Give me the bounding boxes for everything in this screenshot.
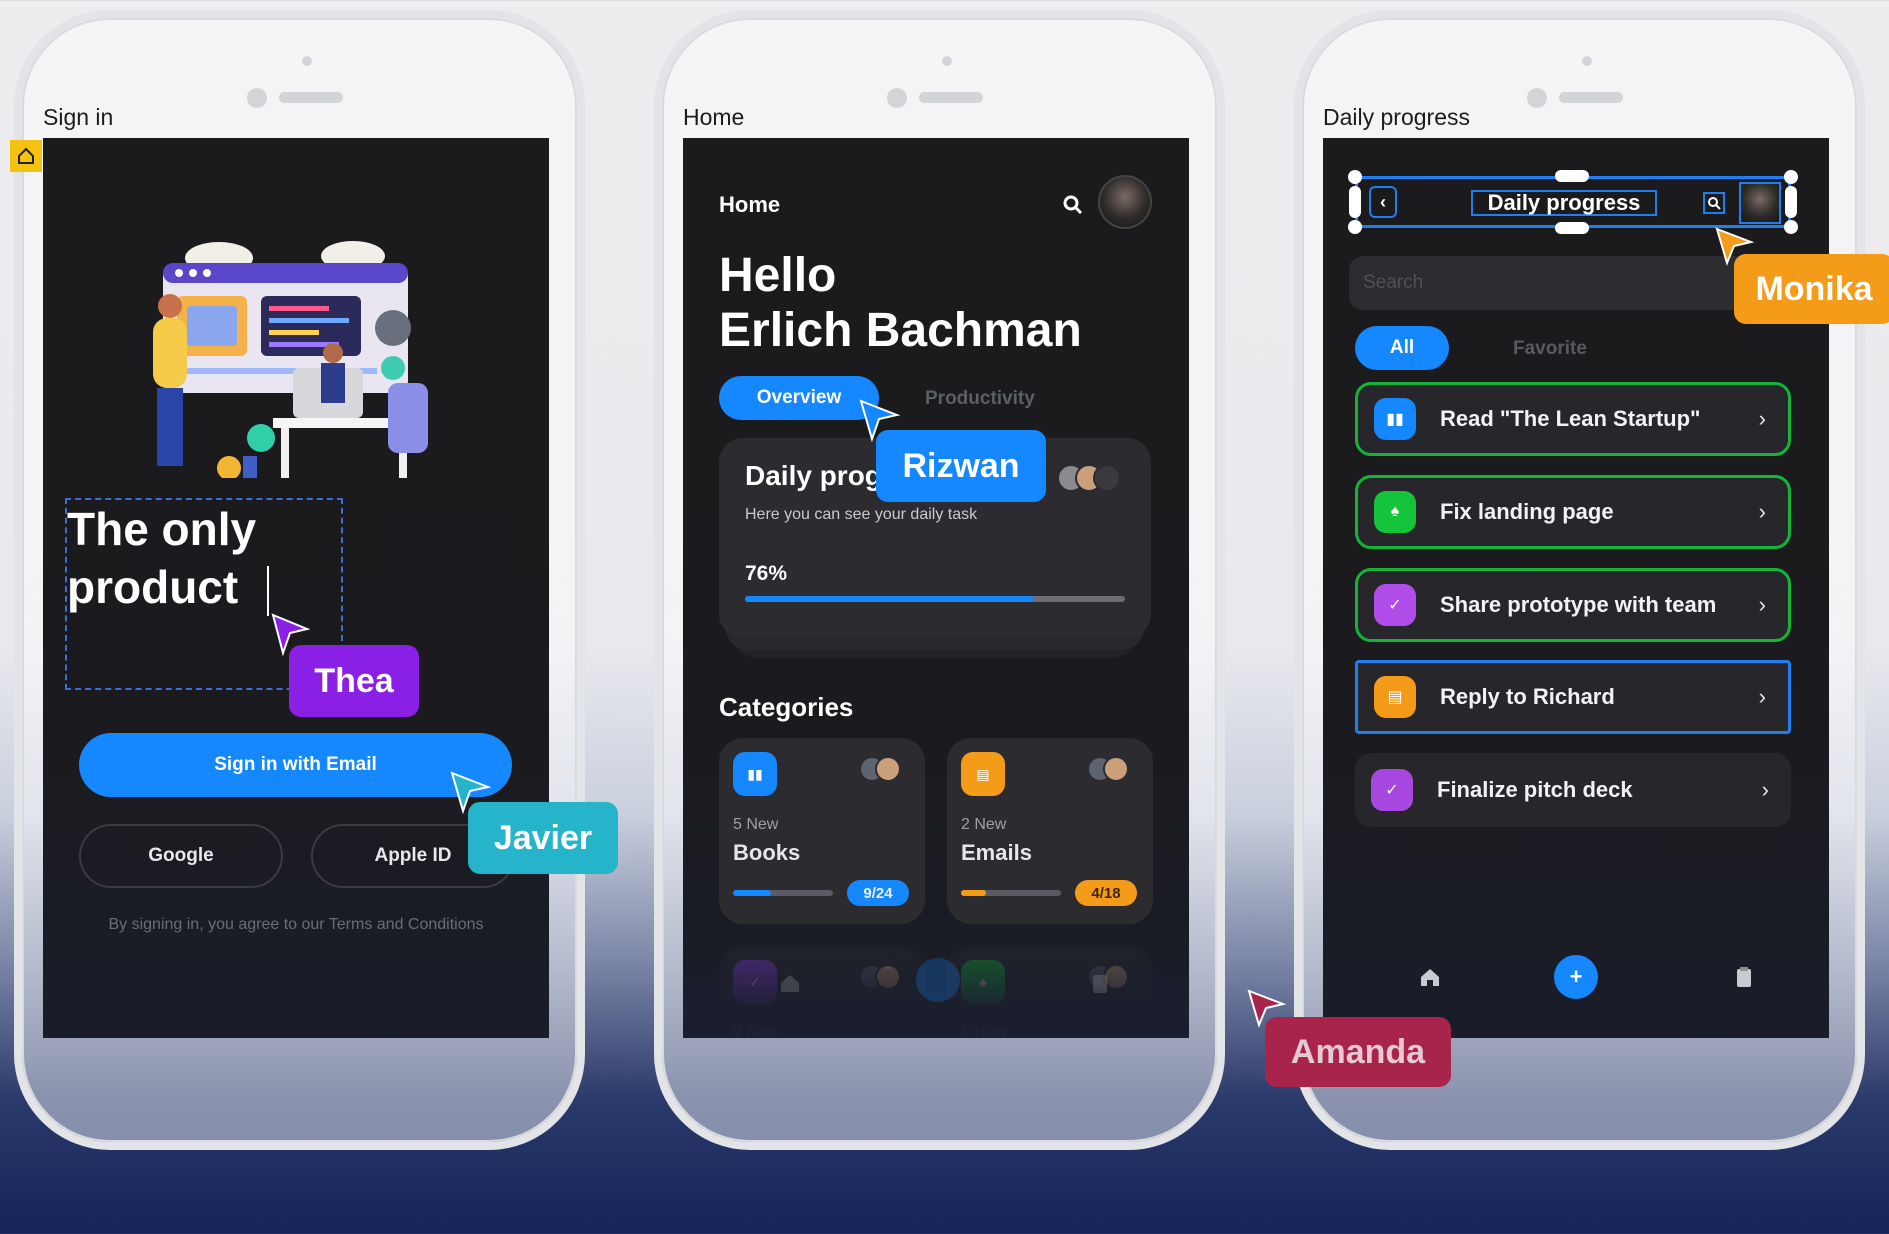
signin-screen: The only product Sign in with Email Goog… xyxy=(43,138,549,1038)
amanda-name-tag: Amanda xyxy=(1265,1017,1451,1087)
mail-icon: ▤ xyxy=(961,752,1005,796)
google-button[interactable]: Google xyxy=(79,824,283,888)
header-title: Daily progress xyxy=(1471,190,1657,216)
category-progress-track xyxy=(961,890,1061,896)
book-icon: ▮▮ xyxy=(1374,398,1416,440)
add-button[interactable] xyxy=(916,958,960,1002)
monika-name-tag: Monika xyxy=(1734,254,1889,324)
workspace-illustration xyxy=(153,241,428,478)
clipboard-icon[interactable] xyxy=(1091,972,1109,994)
text-caret xyxy=(267,566,269,616)
task-row[interactable]: ✓ Finalize pitch deck › xyxy=(1355,753,1791,827)
avatar[interactable] xyxy=(1098,175,1152,229)
progress-bar-track xyxy=(745,596,1125,602)
book-icon: ▮▮ xyxy=(733,752,777,796)
rizwan-name-tag: Rizwan xyxy=(876,430,1046,502)
javier-name-tag: Javier xyxy=(468,802,618,874)
back-chevron-icon[interactable]: ‹ xyxy=(1369,186,1397,218)
search-icon[interactable] xyxy=(1062,194,1084,216)
progress-bar-fill xyxy=(745,596,1034,602)
search-icon[interactable] xyxy=(1703,192,1725,214)
frame-title-signin: Sign in xyxy=(43,104,114,130)
progress-card-subtitle: Here you can see your daily task xyxy=(745,506,978,523)
clipboard-icon[interactable] xyxy=(1735,966,1753,988)
add-button[interactable]: + xyxy=(1554,955,1598,999)
terms-text: By signing in, you agree to our Terms an… xyxy=(108,916,484,933)
collaborator-avatars xyxy=(859,756,901,782)
category-card[interactable]: ▤ 2 New Emails 4/18 xyxy=(947,738,1153,924)
chevron-right-icon[interactable]: › xyxy=(1759,592,1766,618)
home-nav-title: Home xyxy=(719,192,781,217)
category-progress-track xyxy=(733,890,833,896)
tab-productivity[interactable]: Productivity xyxy=(925,388,1035,410)
categories-title: Categories xyxy=(719,692,854,722)
headline-line1: The only xyxy=(67,503,257,555)
avatar xyxy=(1103,756,1129,782)
tab-favorite[interactable]: Favorite xyxy=(1513,338,1587,360)
category-count: 2 New xyxy=(961,816,1007,833)
tab-all[interactable]: All xyxy=(1355,326,1449,370)
greeting-line1: Hello xyxy=(719,249,837,302)
frame-title-home: Home xyxy=(683,104,745,130)
avatar[interactable] xyxy=(1739,182,1781,224)
progress-percent: 76% xyxy=(745,562,788,585)
category-name: Emails xyxy=(961,840,1032,865)
headline-line2: product xyxy=(67,561,239,613)
search-input[interactable]: Search xyxy=(1349,256,1749,310)
avatar xyxy=(875,756,901,782)
chevron-right-icon[interactable]: › xyxy=(1759,684,1766,710)
avatar xyxy=(1093,464,1121,492)
progress-card-title: Daily prog xyxy=(745,460,882,491)
task-label: Read "The Lean Startup" xyxy=(1440,406,1701,431)
collaborator-avatars xyxy=(1057,464,1121,492)
task-label: Reply to Richard xyxy=(1440,684,1615,709)
bell-icon: ♠ xyxy=(1374,491,1416,533)
home-tab-icon[interactable] xyxy=(779,972,801,994)
category-count: 5 New xyxy=(733,816,779,833)
task-label: Share prototype with team xyxy=(1440,592,1717,617)
chevron-right-icon[interactable]: › xyxy=(1762,777,1769,803)
task-row[interactable]: ✓ Share prototype with team › xyxy=(1355,568,1791,642)
category-card[interactable]: ▮▮ 5 New Books 9/24 xyxy=(719,738,925,924)
category-badge: 9/24 xyxy=(847,880,909,906)
tab-overview[interactable]: Overview xyxy=(719,376,879,420)
greeting-line2: Erlich Bachman xyxy=(719,304,1082,357)
task-row[interactable]: ♠ Fix landing page › xyxy=(1355,475,1791,549)
category-name: Books xyxy=(733,840,801,865)
category-badge: 4/18 xyxy=(1075,880,1137,906)
task-label: Finalize pitch deck xyxy=(1437,777,1633,802)
mail-icon: ▤ xyxy=(1374,676,1416,718)
home-screen: Home Hello Erlich Bachman Overview Produ… xyxy=(683,138,1189,1038)
collaborator-avatars xyxy=(1087,756,1129,782)
sign-in-email-button[interactable]: Sign in with Email xyxy=(79,733,512,797)
category-progress-fill xyxy=(733,890,771,896)
task-label: Fix landing page xyxy=(1440,499,1614,524)
thea-name-tag: Thea xyxy=(289,645,419,717)
task-row[interactable]: ▤ Reply to Richard › xyxy=(1355,660,1791,734)
check-icon: ✓ xyxy=(1371,769,1413,811)
home-tab-icon[interactable] xyxy=(1419,966,1441,988)
category-progress-fill xyxy=(961,890,986,896)
chevron-right-icon[interactable]: › xyxy=(1759,406,1766,432)
home-marker-icon[interactable] xyxy=(10,140,42,172)
frame-title-daily: Daily progress xyxy=(1323,104,1470,130)
check-icon: ✓ xyxy=(1374,584,1416,626)
chevron-right-icon[interactable]: › xyxy=(1759,499,1766,525)
task-row[interactable]: ▮▮ Read "The Lean Startup" › xyxy=(1355,382,1791,456)
